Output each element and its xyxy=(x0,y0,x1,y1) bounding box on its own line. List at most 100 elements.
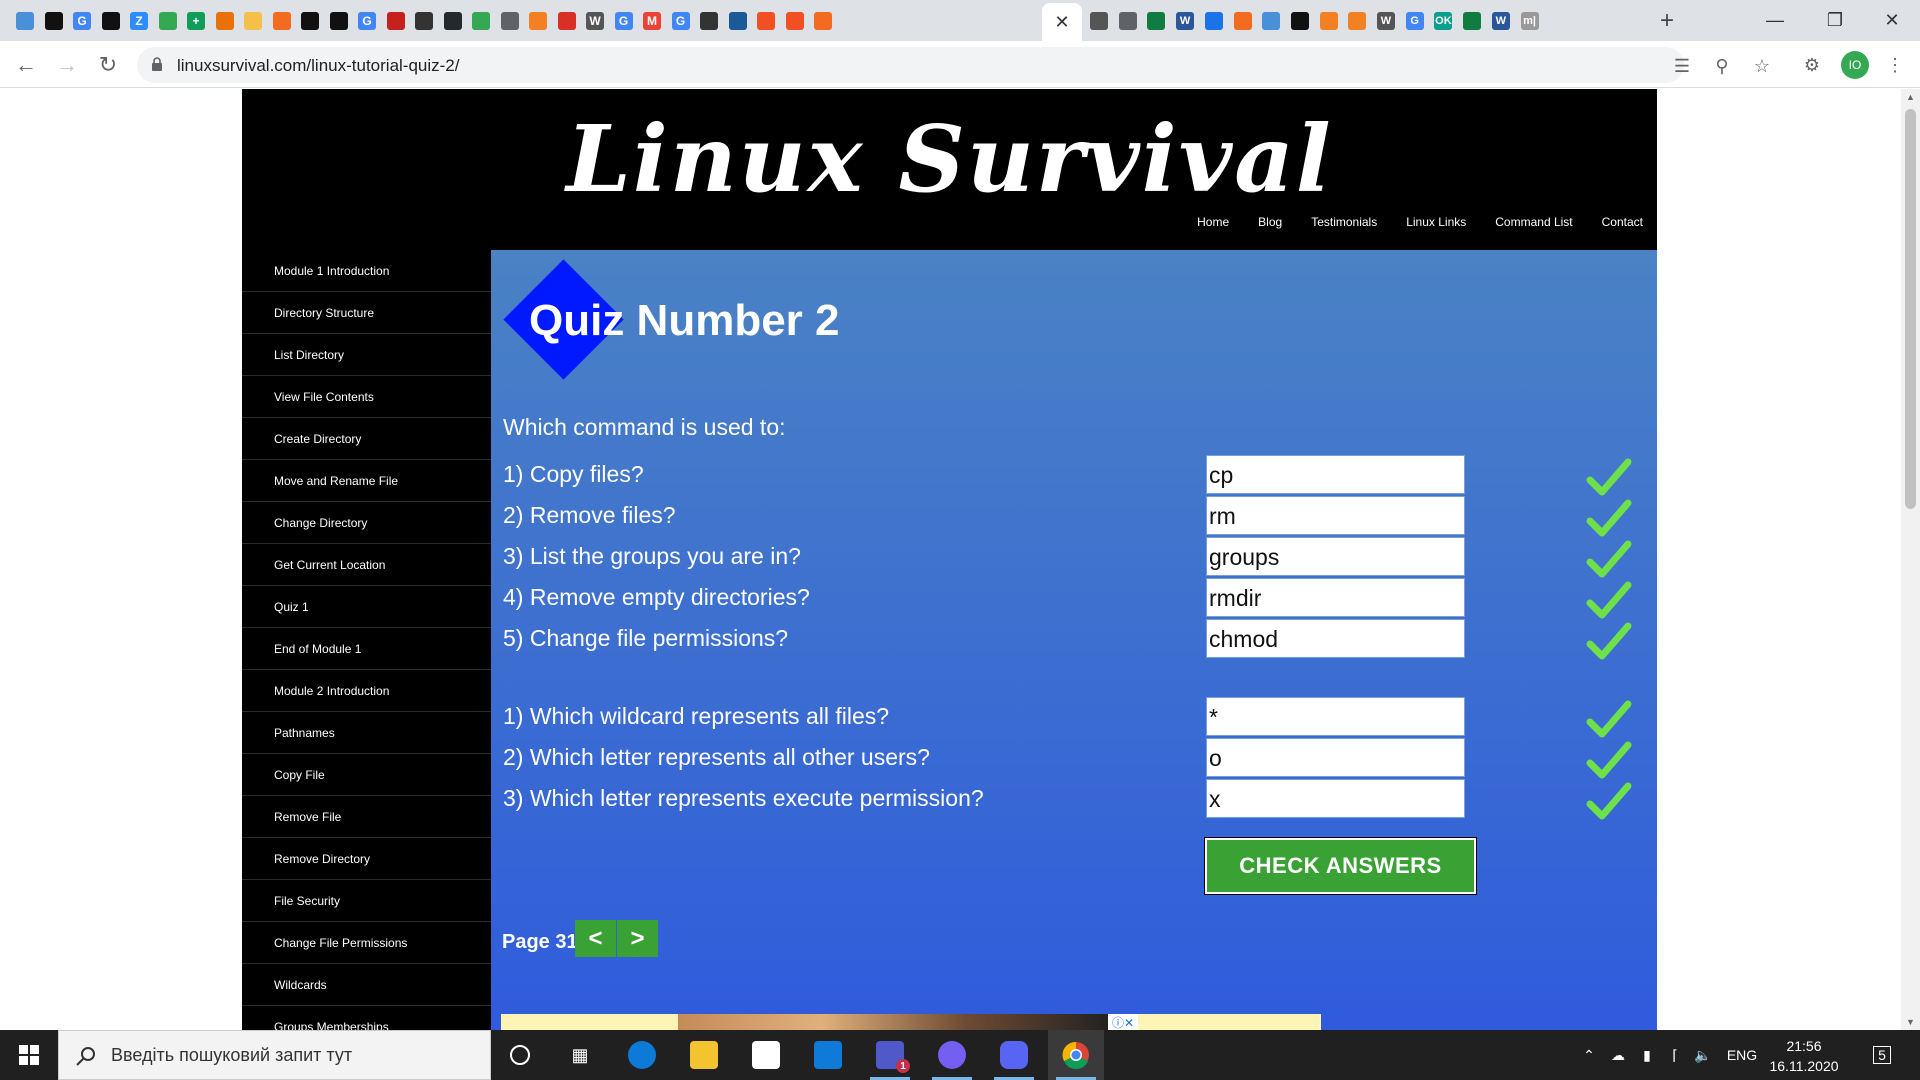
browser-tab[interactable]: G xyxy=(354,8,380,34)
menu-icon[interactable]: ⋮ xyxy=(1883,53,1907,77)
store-app[interactable] xyxy=(738,1030,794,1080)
browser-tab[interactable] xyxy=(1459,8,1485,34)
discord-app[interactable] xyxy=(986,1030,1042,1080)
browser-tab[interactable] xyxy=(1258,8,1284,34)
sidebar-item-get-current-location[interactable]: Get Current Location xyxy=(242,544,491,586)
close-window-icon[interactable]: ✕ xyxy=(1872,5,1912,35)
browser-tab[interactable] xyxy=(725,8,751,34)
answer-input[interactable]: chmod xyxy=(1206,619,1465,658)
browser-tab[interactable] xyxy=(440,8,466,34)
browser-tab[interactable] xyxy=(696,8,722,34)
answer-input[interactable]: rm xyxy=(1206,496,1465,535)
translate-icon[interactable]: ☰ xyxy=(1670,54,1694,78)
volume-icon[interactable]: 🔈 xyxy=(1692,1030,1714,1080)
browser-tab[interactable] xyxy=(269,8,295,34)
ad-banner[interactable]: ⓘ✕ xyxy=(501,1014,1321,1030)
browser-tab[interactable] xyxy=(810,8,836,34)
notification-center-icon[interactable]: 5 xyxy=(1862,1030,1902,1080)
sidebar-item-change-file-permissions[interactable]: Change File Permissions xyxy=(242,922,491,964)
browser-tab[interactable]: OK xyxy=(1430,8,1456,34)
back-icon[interactable]: ← xyxy=(10,49,42,81)
language-indicator[interactable]: ENG xyxy=(1722,1030,1762,1080)
scroll-thumb[interactable] xyxy=(1905,109,1916,509)
browser-tab[interactable] xyxy=(41,8,67,34)
profile-avatar[interactable]: IO xyxy=(1841,51,1869,79)
answer-input[interactable]: o xyxy=(1206,738,1465,777)
sidebar-item-create-directory[interactable]: Create Directory xyxy=(242,418,491,460)
browser-tab[interactable] xyxy=(1115,8,1141,34)
restore-icon[interactable]: ❐ xyxy=(1815,5,1855,35)
sidebar-item-file-security[interactable]: File Security xyxy=(242,880,491,922)
nav-linux-links[interactable]: Linux Links xyxy=(1406,215,1466,229)
sidebar-item-directory-structure[interactable]: Directory Structure xyxy=(242,292,491,334)
browser-tab[interactable]: W xyxy=(1488,8,1514,34)
browser-tab[interactable]: + xyxy=(183,8,209,34)
sidebar-item-move-and-rename-file[interactable]: Move and Rename File xyxy=(242,460,491,502)
chrome-app[interactable] xyxy=(1048,1030,1104,1080)
next-page-button[interactable]: > xyxy=(617,920,658,957)
ad-close-icon[interactable]: ⓘ✕ xyxy=(1108,1014,1138,1030)
browser-tab[interactable] xyxy=(554,8,580,34)
system-clock[interactable]: 21:56 16.11.2020 xyxy=(1764,1036,1844,1076)
wifi-icon[interactable]: ⌈ xyxy=(1664,1030,1686,1080)
browser-tab[interactable] xyxy=(98,8,124,34)
browser-tab[interactable]: G xyxy=(1402,8,1428,34)
browser-tab[interactable] xyxy=(525,8,551,34)
bookmark-star-icon[interactable]: ☆ xyxy=(1750,54,1774,78)
minimize-icon[interactable]: — xyxy=(1755,5,1795,35)
answer-input[interactable]: groups xyxy=(1206,537,1465,576)
url-text[interactable]: linuxsurvival.com/linux-tutorial-quiz-2/ xyxy=(177,56,459,76)
browser-tab[interactable]: Z xyxy=(126,8,152,34)
sidebar-item-module-2-introduction[interactable]: Module 2 Introduction xyxy=(242,670,491,712)
sidebar-item-copy-file[interactable]: Copy File xyxy=(242,754,491,796)
nav-contact[interactable]: Contact xyxy=(1602,215,1643,229)
onedrive-icon[interactable]: ☁ xyxy=(1606,1030,1630,1080)
nav-home[interactable]: Home xyxy=(1197,215,1229,229)
sidebar-item-quiz-1[interactable]: Quiz 1 xyxy=(242,586,491,628)
sidebar-item-pathnames[interactable]: Pathnames xyxy=(242,712,491,754)
browser-tab[interactable] xyxy=(1230,8,1256,34)
browser-tab[interactable] xyxy=(240,8,266,34)
browser-tab[interactable] xyxy=(383,8,409,34)
cortana-button[interactable] xyxy=(492,1030,548,1080)
nav-command-list[interactable]: Command List xyxy=(1495,215,1572,229)
task-view-button[interactable]: ▦ xyxy=(552,1030,608,1080)
browser-tab[interactable] xyxy=(497,8,523,34)
sidebar-item-view-file-contents[interactable]: View File Contents xyxy=(242,376,491,418)
sidebar-item-remove-directory[interactable]: Remove Directory xyxy=(242,838,491,880)
nav-blog[interactable]: Blog xyxy=(1258,215,1282,229)
browser-tab[interactable] xyxy=(782,8,808,34)
browser-tab[interactable] xyxy=(1143,8,1169,34)
sidebar-item-end-of-module-1[interactable]: End of Module 1 xyxy=(242,628,491,670)
battery-icon[interactable]: ▮ xyxy=(1636,1030,1658,1080)
reload-icon[interactable]: ↻ xyxy=(92,49,124,81)
browser-tab[interactable]: G xyxy=(69,8,95,34)
browser-tab[interactable]: G xyxy=(611,8,637,34)
browser-tab[interactable]: G xyxy=(668,8,694,34)
forward-icon[interactable]: → xyxy=(51,49,83,81)
answer-input[interactable]: x xyxy=(1206,779,1465,818)
tray-overflow-icon[interactable]: ⌃ xyxy=(1578,1030,1600,1080)
sidebar-item-remove-file[interactable]: Remove File xyxy=(242,796,491,838)
answer-input[interactable]: cp xyxy=(1206,455,1465,494)
search-placeholder[interactable]: Введіть пошуковий запит тут xyxy=(111,1045,352,1066)
zoom-icon[interactable]: ⚲ xyxy=(1710,54,1734,78)
browser-tab[interactable]: W xyxy=(1172,8,1198,34)
browser-tab[interactable] xyxy=(468,8,494,34)
viber-app[interactable] xyxy=(924,1030,980,1080)
sidebar-item-change-directory[interactable]: Change Directory xyxy=(242,502,491,544)
sidebar-item-list-directory[interactable]: List Directory xyxy=(242,334,491,376)
address-bar[interactable]: linuxsurvival.com/linux-tutorial-quiz-2/… xyxy=(137,47,1770,83)
close-tab-icon[interactable]: ✕ xyxy=(1054,12,1069,33)
sidebar-item-module-1-introduction[interactable]: Module 1 Introduction xyxy=(242,250,491,292)
answer-input[interactable]: rmdir xyxy=(1206,578,1465,617)
browser-tab[interactable]: W xyxy=(582,8,608,34)
browser-tab[interactable]: W xyxy=(1373,8,1399,34)
answer-input[interactable]: * xyxy=(1206,697,1465,736)
start-button[interactable] xyxy=(0,1030,58,1080)
browser-tab[interactable] xyxy=(1316,8,1342,34)
sidebar-item-wildcards[interactable]: Wildcards xyxy=(242,964,491,1006)
browser-tab[interactable] xyxy=(297,8,323,34)
check-answers-button[interactable]: CHECK ANSWERS xyxy=(1204,837,1477,895)
site-logo[interactable]: Linux Survival xyxy=(242,105,1657,213)
